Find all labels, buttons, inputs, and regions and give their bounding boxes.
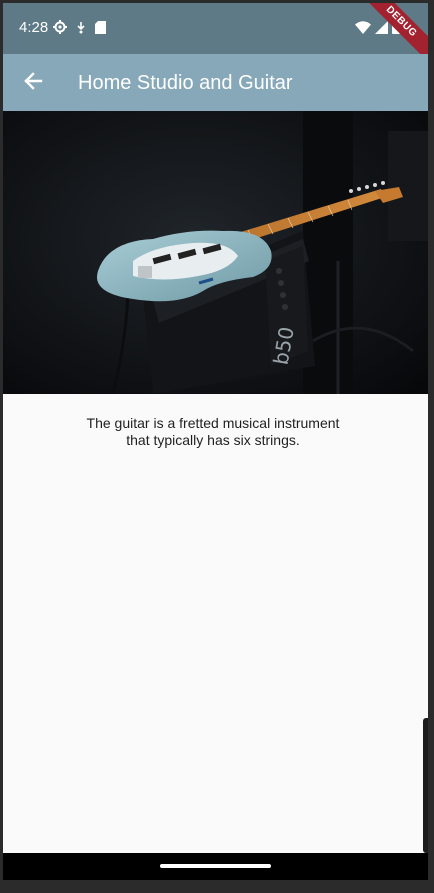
status-icons-left — [53, 20, 106, 39]
settings-gear-icon — [53, 20, 67, 39]
system-nav-bar — [3, 853, 428, 880]
signal-icon — [375, 20, 388, 39]
guitar-photo: b50 — [3, 111, 428, 394]
scrollbar-handle[interactable] — [423, 718, 428, 853]
phone-screen: 4:28 DEBUG Home Studio and Guitar b50 Th… — [3, 3, 428, 880]
back-button[interactable] — [17, 67, 49, 99]
arrow-back-icon — [23, 71, 43, 96]
description-text: The guitar is a fretted musical instrume… — [86, 415, 340, 448]
download-icon — [76, 21, 86, 39]
wifi-icon — [355, 20, 371, 39]
hero-image: b50 — [3, 111, 428, 394]
page-title: Home Studio and Guitar — [78, 72, 293, 94]
sd-card-icon — [95, 20, 106, 39]
status-bar: 4:28 DEBUG — [3, 3, 428, 68]
status-time: 4:28 — [19, 19, 49, 36]
app-bar: Home Studio and Guitar — [3, 54, 428, 111]
home-indicator[interactable] — [160, 864, 271, 868]
